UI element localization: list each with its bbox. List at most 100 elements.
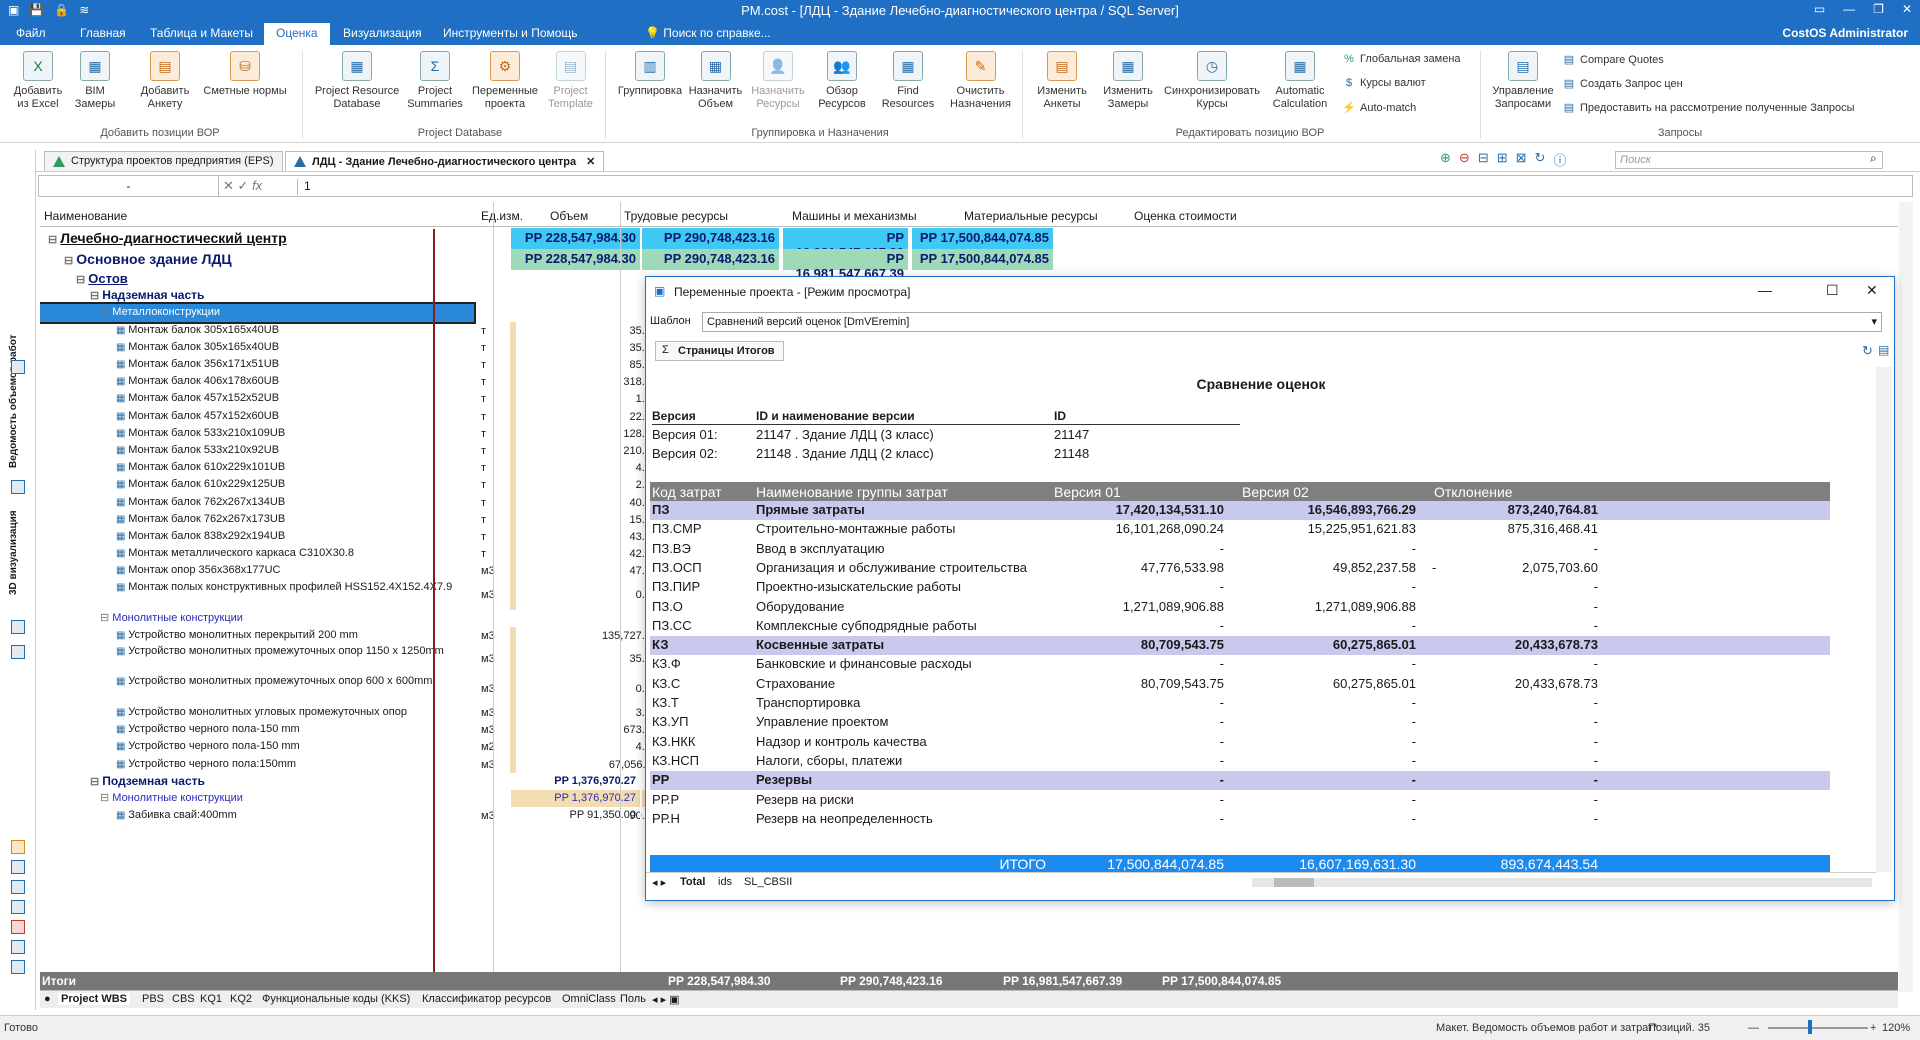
grid-icon[interactable] xyxy=(11,860,25,874)
building-icon[interactable] xyxy=(11,920,25,934)
cell-unit[interactable]: м3 xyxy=(477,674,537,704)
cancel-icon[interactable]: ✕ xyxy=(223,178,234,193)
cell-volume[interactable]: 0.62 xyxy=(540,580,661,610)
link-icon[interactable] xyxy=(11,880,25,894)
dialog-close-icon[interactable]: ✕ xyxy=(1866,282,1878,299)
find-resources-button[interactable]: ▦ Find Resources xyxy=(878,51,938,111)
col-header-machines[interactable]: Машины и механизмы xyxy=(792,209,917,223)
cell-name[interactable]: ▦ Монтаж полых конструктивных профилей H… xyxy=(40,580,474,610)
cell-volume[interactable]: 40.04 xyxy=(540,494,661,511)
project-variables-button[interactable]: ⚙ Переменные проекта xyxy=(470,51,540,111)
cell-unit[interactable]: т xyxy=(477,322,537,339)
cell-labor[interactable] xyxy=(510,579,516,610)
cell-name[interactable]: ⊟ Основное здание ЛДЦ xyxy=(40,249,474,270)
cell-volume[interactable]: 85.70 xyxy=(540,356,661,373)
confirm-icon[interactable]: ✓ xyxy=(238,178,249,193)
col-header-name[interactable]: Наименование xyxy=(44,209,127,223)
cell-name[interactable]: ▦ Устройство монолитных промежуточных оп… xyxy=(40,644,474,674)
cell-volume[interactable]: 318.32 xyxy=(540,373,661,390)
cell-name[interactable]: ▦ Монтаж балок 762x267x134UB xyxy=(40,494,474,511)
tree-icon[interactable] xyxy=(11,360,25,374)
cell-name[interactable]: ⊟ Монолитные конструкции xyxy=(40,790,474,807)
cell-volume[interactable]: 22.33 xyxy=(540,408,661,425)
submit-requests-button[interactable]: ▤ Предоставить на рассмотрение полученные… xyxy=(1562,101,1855,114)
zoom-slider[interactable] xyxy=(1768,1027,1868,1029)
cell-labor[interactable] xyxy=(510,407,516,425)
project-template-button[interactable]: ▤ Project Template xyxy=(543,51,598,111)
cell-name[interactable]: ▦ Монтаж опор 356x368x177UC xyxy=(40,562,474,579)
dialog-minimize-icon[interactable]: — xyxy=(1758,282,1772,298)
estimate-norms-button[interactable]: ⛁ Сметные нормы xyxy=(200,51,290,98)
cell-labor[interactable] xyxy=(510,442,516,460)
cell-unit[interactable]: т xyxy=(477,459,537,476)
info-icon[interactable]: ⓘ xyxy=(1553,150,1566,169)
remove-icon[interactable]: ⊖ xyxy=(1459,150,1470,169)
currency-rates-button[interactable]: $ Курсы валют xyxy=(1342,77,1426,89)
cell-name[interactable]: ⊟ Монолитные конструкции xyxy=(40,610,474,627)
cell-name[interactable]: ▦ Монтаж балок 533x210x92UB xyxy=(40,442,474,459)
cell-labor[interactable] xyxy=(510,459,516,477)
tab-home[interactable]: Главная xyxy=(80,26,126,40)
collapse-icon[interactable]: ⊟ xyxy=(100,306,112,318)
cell-name[interactable]: ▦ Монтаж балок 305x165x40UB xyxy=(40,322,474,339)
cell-volume[interactable]: 42.81 xyxy=(540,545,661,562)
cell-volume[interactable]: 135,727.88 xyxy=(540,627,661,644)
cell-name[interactable]: ▦ Монтаж металлического каркаса С310Х30.… xyxy=(40,545,474,562)
cell-name[interactable]: ▦ Устройство монолитных угловых промежут… xyxy=(40,704,474,721)
collapse-icon[interactable]: ⊟ xyxy=(100,612,112,624)
cell-labor[interactable] xyxy=(510,390,516,408)
table-icon[interactable] xyxy=(11,480,25,494)
manage-requests-button[interactable]: ▤ Управление Запросами xyxy=(1488,51,1558,111)
collapse-icon[interactable]: ⊟ xyxy=(100,792,112,804)
person-icon[interactable] xyxy=(11,940,25,954)
sheet-settings-icon[interactable]: ● xyxy=(44,993,51,1005)
sheet-tab[interactable]: Функциональные коды (KKS) xyxy=(262,993,410,1005)
grid-row[interactable]: ⊟ Основное здание ЛДЦ PP 228,547,984.30 PP… xyxy=(40,249,1898,281)
cell-unit[interactable]: т xyxy=(477,408,537,425)
cube-icon[interactable] xyxy=(11,620,25,634)
cell-volume[interactable]: 673.88 xyxy=(540,721,661,738)
report-tab-ids[interactable]: ids xyxy=(718,876,732,888)
add-from-excel-button[interactable]: X Добавить из Excel xyxy=(8,51,68,111)
cell-unit[interactable]: м3 xyxy=(477,704,537,721)
report-hscroll-thumb[interactable] xyxy=(1274,878,1314,887)
cell-volume[interactable]: 35.96 xyxy=(540,322,661,339)
automatic-calculation-button[interactable]: ▦ Automatic Calculation xyxy=(1265,51,1335,111)
col-header-unit[interactable]: Ед.изм. xyxy=(481,209,523,223)
cell-name[interactable]: ▦ Устройство монолитных промежуточных оп… xyxy=(40,674,474,704)
help-search[interactable]: 💡 Поиск по справке... xyxy=(645,26,771,40)
cell-labor[interactable] xyxy=(510,510,516,528)
cell-name[interactable]: ⊟ Лечебно-диагностический центр xyxy=(40,228,474,249)
tools-icon[interactable] xyxy=(11,960,25,974)
cell-unit[interactable]: т xyxy=(477,494,537,511)
cell-labor[interactable]: PP 228,547,984.30 xyxy=(511,228,641,249)
cell-unit[interactable]: т xyxy=(477,390,537,407)
dialog-maximize-icon[interactable]: ☐ xyxy=(1826,282,1839,299)
report-tab-cbs[interactable]: SL_CBSII xyxy=(744,876,792,888)
cell-estimate[interactable]: PP 17,500,844,074.85 xyxy=(912,249,1054,270)
cell-volume[interactable]: 2.31 xyxy=(540,476,661,493)
side-label-3d[interactable]: 3D визуализация xyxy=(8,510,19,595)
export-report-icon[interactable]: ▤ xyxy=(1878,343,1889,357)
collapse-icon[interactable]: ⊟ xyxy=(90,290,102,302)
cell-volume[interactable]: 4.31 xyxy=(540,459,661,476)
cell-unit[interactable]: м3 xyxy=(477,627,537,644)
cell-name[interactable]: ▦ Монтаж балок 356x171x51UB xyxy=(40,356,474,373)
ribbon-toggle-icon[interactable]: ▭ xyxy=(1814,2,1825,16)
cell-labor[interactable] xyxy=(510,528,516,546)
cell-unit[interactable]: т xyxy=(477,528,537,545)
cell-labor[interactable]: PP 91,350.00 xyxy=(511,807,641,825)
cell-labor[interactable] xyxy=(510,424,516,442)
grid-scrollbar[interactable] xyxy=(1899,202,1913,992)
zoom-in-icon[interactable]: + xyxy=(1870,1022,1876,1034)
cell-volume[interactable]: 1.23 xyxy=(540,390,661,407)
cell-unit[interactable]: м3 xyxy=(477,644,537,674)
review-resources-button[interactable]: 👥 Обзор Ресурсов xyxy=(812,51,872,111)
cell-materials[interactable]: PP 16,981,547,667.39 xyxy=(783,228,909,260)
doc-tab-eps[interactable]: Структура проектов предприятия (EPS) xyxy=(44,151,283,171)
sheet-tab[interactable]: CBS xyxy=(172,993,195,1005)
compare-quotes-button[interactable]: ▤ Compare Quotes xyxy=(1562,53,1664,66)
create-price-request-button[interactable]: ▤ Создать Запрос цен xyxy=(1562,77,1683,90)
cell-unit[interactable]: т xyxy=(477,511,537,528)
sheet-tab[interactable]: OmniClass xyxy=(562,993,616,1005)
